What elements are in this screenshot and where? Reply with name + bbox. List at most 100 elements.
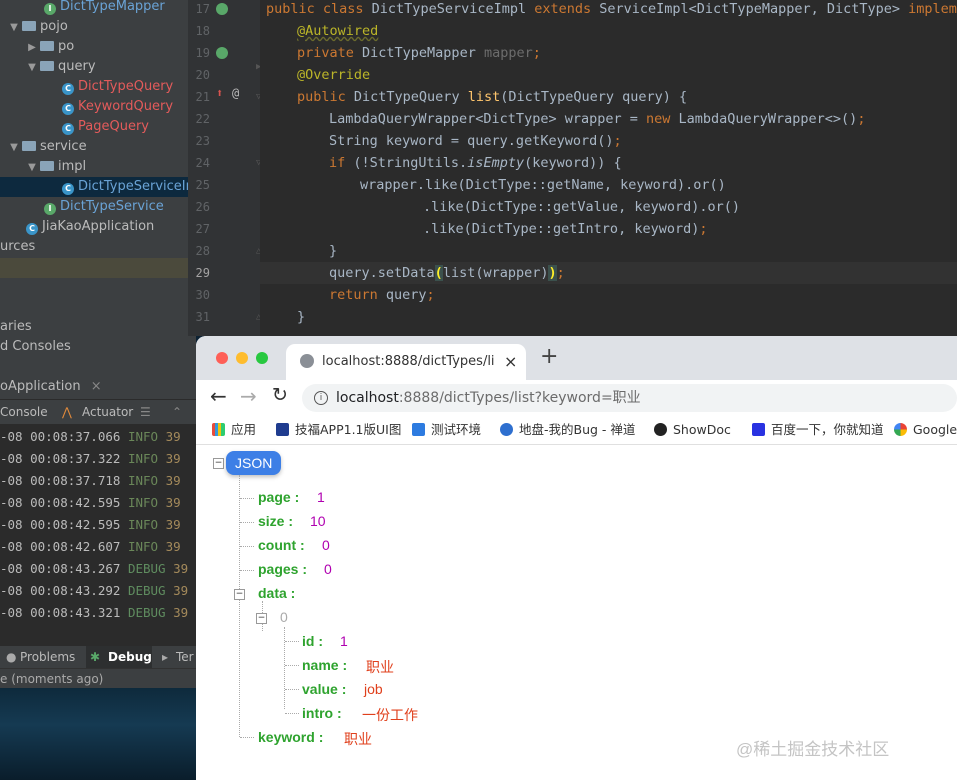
tab-console[interactable]: Console — [0, 400, 48, 424]
chevron-down-icon[interactable]: ▼ — [26, 158, 38, 178]
maximize-window-button[interactable] — [256, 352, 268, 364]
code-line: public class DictTypeServiceImpl extends… — [266, 1, 957, 17]
tool-window-bar: ● Problems ✱ Debug ▸ Ter — [0, 646, 196, 668]
new-tab-button[interactable]: + — [540, 344, 558, 369]
line-number: 29 — [195, 266, 210, 280]
json-key-page: page : — [258, 489, 300, 505]
class-icon: C — [62, 183, 74, 195]
baidu-icon — [752, 423, 765, 436]
tree-item-dict-type-query[interactable]: C DictTypeQuery — [62, 77, 173, 97]
code-line: if (!StringUtils.isEmpty(keyword)) { — [329, 155, 622, 171]
collapse-item-toggle[interactable]: − — [256, 613, 267, 624]
bookmark-baidu[interactable]: 百度一下，你就知道 — [752, 416, 884, 444]
bookmark-apps[interactable]: 应用 — [212, 416, 256, 444]
collapse-data-toggle[interactable]: − — [234, 589, 245, 600]
bookmark-zentao[interactable]: 地盘-我的Bug - 禅道 — [500, 416, 635, 444]
tree-guide — [285, 689, 299, 690]
apps-grid-icon — [212, 423, 225, 436]
tab-debug[interactable]: Debug — [108, 646, 152, 668]
json-key-keyword: keyword : — [258, 729, 324, 745]
chevron-down-icon[interactable]: ▼ — [8, 138, 20, 158]
tree-item-page-query[interactable]: C PageQuery — [62, 117, 149, 137]
tree-item-jiakao-application[interactable]: C JiaKaoApplication — [26, 217, 154, 237]
status-bar: e (moments ago) — [0, 668, 196, 689]
json-key-intro: intro : — [302, 705, 342, 721]
code-editor[interactable]: public class DictTypeServiceImpl extends… — [260, 0, 957, 336]
json-value-size: 10 — [310, 513, 326, 529]
line-number: 20 — [195, 68, 210, 82]
browser-toolbar: ← → ↻ i localhost:8888/dictTypes/list?ke… — [196, 380, 957, 416]
tree-guide — [240, 498, 254, 499]
bookmark-showdoc[interactable]: ShowDoc — [654, 416, 731, 444]
line-number: 23 — [195, 134, 210, 148]
tree-guide — [240, 570, 254, 571]
bookmark-google[interactable]: Google — [894, 416, 957, 444]
tree-item-dict-type-mapper[interactable]: I DictTypeMapper — [44, 0, 165, 17]
scroll-up-icon[interactable]: ⌃ — [172, 400, 182, 424]
line-number: 30 — [195, 288, 210, 302]
tree-item-impl[interactable]: ▼ impl — [26, 157, 86, 177]
address-bar[interactable]: i localhost:8888/dictTypes/list?keyword=… — [302, 384, 957, 412]
back-arrow-icon[interactable]: ← — [210, 384, 227, 408]
info-icon[interactable]: i — [314, 391, 328, 405]
close-tab-button[interactable]: × — [504, 344, 517, 380]
override-gutter-icon[interactable]: ⬆ — [216, 86, 223, 100]
tree-guide — [284, 627, 285, 709]
tab-terminal[interactable]: Ter — [176, 646, 194, 668]
tree-item-service[interactable]: ▼ service — [8, 137, 86, 158]
tree-item-po[interactable]: ▶ po — [26, 37, 74, 57]
tree-item-resources[interactable]: urces — [0, 237, 35, 257]
log-line: -08 00:08:42.595 INFO 39 — [0, 517, 181, 532]
tree-item-pojo[interactable]: ▼ pojo — [8, 17, 68, 37]
browser-tab-strip: localhost:8888/dictTypes/list?k × + — [196, 336, 957, 380]
tree-item-libraries[interactable]: aries — [0, 317, 32, 337]
chevron-down-icon[interactable]: ▼ — [26, 58, 38, 78]
tree-item-consoles[interactable]: d Consoles — [0, 337, 71, 357]
minimize-window-button[interactable] — [236, 352, 248, 364]
code-line: wrapper.like(DictType::getName, keyword)… — [360, 177, 726, 193]
close-window-button[interactable] — [216, 352, 228, 364]
browser-window: localhost:8888/dictTypes/list?k × + ← → … — [196, 336, 957, 780]
bookmarks-bar: 应用 技福APP1.1版UI图 测试环境 地盘-我的Bug - 禅道 ShowD… — [196, 416, 957, 445]
log-line: -08 00:08:37.718 INFO 39 — [0, 473, 181, 488]
bookmark-icon — [276, 423, 289, 436]
code-line: } — [297, 309, 306, 325]
json-value-keyword: 职业 — [344, 731, 372, 747]
run-window-title[interactable]: oApplication × — [0, 375, 196, 400]
interface-icon: I — [44, 3, 56, 15]
tab-problems[interactable]: Problems — [20, 646, 75, 668]
showdoc-icon — [654, 423, 667, 436]
tree-item-dict-type-service[interactable]: I DictTypeService — [44, 197, 164, 217]
desktop-wallpaper — [0, 688, 196, 780]
tree-item-query[interactable]: ▼ query — [26, 57, 95, 78]
console-output: -08 00:08:37.066 INFO 39 -08 00:08:37.32… — [0, 424, 196, 646]
tab-actuator[interactable]: Actuator — [82, 400, 133, 424]
problems-icon: ● — [6, 650, 17, 664]
interface-icon: I — [44, 203, 56, 215]
browser-tab[interactable]: localhost:8888/dictTypes/list?k × — [286, 344, 526, 380]
json-root-badge[interactable]: JSON — [226, 451, 282, 475]
annotation-gutter-icon[interactable]: @ — [232, 86, 239, 100]
run-tabs: Console ⋀ Actuator ☰ ⌃ — [0, 400, 196, 424]
code-line: return query; — [329, 287, 435, 303]
tree-item-keyword-query[interactable]: C KeywordQuery — [62, 97, 173, 117]
chevron-down-icon[interactable]: ▼ — [8, 18, 20, 38]
reload-icon[interactable]: ↻ — [272, 384, 288, 406]
forward-arrow-icon[interactable]: → — [240, 384, 257, 408]
bookmark-ui-design[interactable]: 技福APP1.1版UI图 — [276, 416, 401, 444]
collapse-root-toggle[interactable]: − — [213, 458, 224, 469]
json-key-count: count : — [258, 537, 305, 553]
tree-item-dict-type-service-impl[interactable]: C DictTypeServiceIr — [0, 177, 191, 197]
log-line: -08 00:08:42.595 INFO 39 — [0, 495, 181, 510]
close-icon[interactable]: × — [91, 379, 102, 394]
menu-icon[interactable]: ☰ — [140, 400, 151, 424]
tree-guide — [285, 665, 299, 666]
injection-gutter-icon[interactable] — [216, 47, 228, 59]
chevron-right-icon[interactable]: ▶ — [26, 38, 38, 58]
bookmark-test-env[interactable]: 测试环境 — [412, 416, 481, 444]
tree-highlight-row — [0, 258, 188, 278]
actuator-icon: ⋀ — [62, 405, 72, 419]
spring-app-icon: C — [26, 223, 38, 235]
implementation-gutter-icon[interactable] — [216, 3, 228, 15]
globe-icon — [300, 354, 314, 368]
